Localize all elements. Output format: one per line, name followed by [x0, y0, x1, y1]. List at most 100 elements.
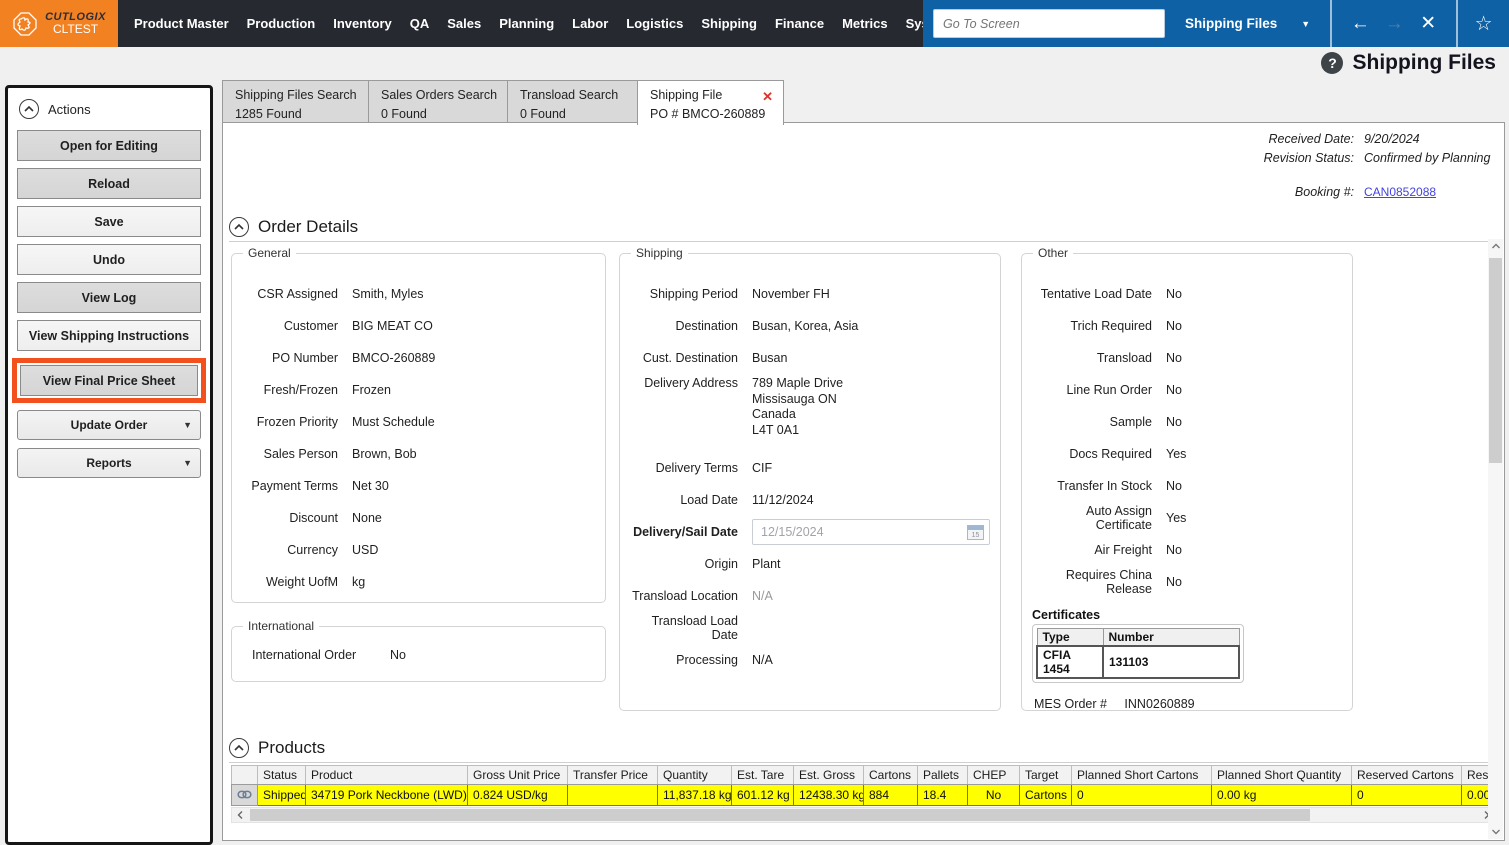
field-row: International Order No — [240, 639, 597, 671]
scroll-up-icon[interactable] — [1488, 239, 1503, 254]
vertical-scrollbar[interactable] — [1488, 239, 1503, 839]
field-row: Air Freight No — [1030, 534, 1344, 566]
certificates-table-container: Type Number CFIA 1454 131103 — [1032, 624, 1244, 683]
forward-arrow-icon[interactable]: → — [1382, 13, 1406, 35]
tab-sales-orders-search[interactable]: Sales Orders Search 0 Found — [368, 80, 507, 123]
field-value: Net 30 — [352, 479, 389, 493]
col-cartons: Cartons — [863, 765, 918, 785]
menu-item-product-master[interactable]: Product Master — [134, 16, 229, 31]
scrollbar-thumb[interactable] — [250, 809, 1310, 821]
favorite-star-icon[interactable]: ☆ — [1458, 11, 1509, 36]
field-row: Origin Plant — [628, 548, 992, 580]
field-label: Frozen Priority — [256, 415, 338, 429]
menu-item-logistics[interactable]: Logistics — [626, 16, 683, 31]
view-shipping-instructions-button[interactable]: View Shipping Instructions — [17, 320, 201, 351]
cert-type-header: Type — [1036, 628, 1104, 647]
booking-number-link[interactable]: CAN0852088 — [1364, 185, 1436, 199]
scroll-down-icon[interactable] — [1488, 824, 1503, 839]
field-label: Docs Required — [1069, 447, 1152, 461]
menu-item-labor[interactable]: Labor — [572, 16, 608, 31]
environment-name: CLTEST — [52, 21, 99, 36]
menu-item-production[interactable]: Production — [247, 16, 316, 31]
col-reserved-cartons: Reserved Cartons — [1351, 765, 1462, 785]
close-screen-icon[interactable]: ✕ — [1416, 12, 1440, 35]
field-label: Weight UofM — [265, 575, 338, 589]
tab-transload-search[interactable]: Transload Search 0 Found — [507, 80, 637, 123]
certificates-table: Type Number CFIA 1454 131103 — [1036, 628, 1240, 679]
undo-button[interactable]: Undo — [17, 244, 201, 275]
products-table: Status Product Gross Unit Price Transfer… — [231, 765, 1495, 806]
general-groupbox: General CSR Assigned Smith, Myles Custome… — [231, 246, 606, 603]
chevron-down-icon: ▼ — [1301, 18, 1311, 29]
menu-item-system[interactable]: System — [906, 16, 923, 31]
field-row: CSR Assigned Smith, Myles — [240, 278, 597, 310]
scroll-left-icon[interactable] — [232, 808, 248, 822]
tab-subtitle: 0 Found — [381, 106, 427, 121]
sail-date-label: Delivery/Sail Date — [633, 525, 738, 539]
col-gross-unit-price: Gross Unit Price — [467, 765, 568, 785]
menu-item-sales[interactable]: Sales — [447, 16, 481, 31]
field-label: Transload Load Date — [651, 614, 738, 642]
shipping-file-content: Received Date: 9/20/2024 Revision Status… — [222, 122, 1505, 841]
booking-row: Booking #: CAN0852088 — [1264, 185, 1488, 199]
field-label: Currency — [287, 543, 338, 557]
app-logo: CUTLOGIX CLTEST — [0, 0, 118, 47]
reload-button[interactable]: Reload — [17, 168, 201, 199]
tab-shipping-files-search[interactable]: Shipping Files Search 1285 Found — [222, 80, 368, 123]
field-row: Auto Assign Certificate Yes — [1030, 502, 1344, 534]
field-row: Fresh/Frozen Frozen — [240, 374, 597, 406]
open-for-editing-button[interactable]: Open for Editing — [17, 130, 201, 161]
menu-item-qa[interactable]: QA — [410, 16, 430, 31]
save-button[interactable]: Save — [17, 206, 201, 237]
product-row[interactable]: Shipped 34719 Pork Neckbone (LWD) 0.824 … — [231, 784, 1495, 806]
tab-subtitle: 0 Found — [520, 106, 566, 121]
field-value: N/A — [752, 589, 773, 603]
delivery-address-value: 789 Maple Drive Missisauga ON Canada L4T… — [752, 376, 843, 438]
menu-item-planning[interactable]: Planning — [499, 16, 554, 31]
field-label: Shipping Period — [649, 287, 738, 301]
field-row: Currency USD — [240, 534, 597, 566]
view-final-price-sheet-button[interactable]: View Final Price Sheet — [20, 365, 198, 396]
calendar-icon[interactable]: 15 — [967, 524, 984, 540]
certificate-row[interactable]: CFIA 1454 131103 — [1036, 645, 1240, 679]
chevron-down-icon: ▼ — [183, 420, 192, 430]
collapse-products-icon[interactable] — [229, 738, 249, 758]
view-log-button[interactable]: View Log — [17, 282, 201, 313]
revision-status-label: Revision Status: — [1263, 151, 1354, 165]
certificates-legend: Certificates — [1032, 608, 1101, 622]
field-row: Trich Required No — [1030, 310, 1344, 342]
screen-selector-dropdown[interactable]: Shipping Files ▼ — [1165, 0, 1330, 47]
row-link-cell[interactable] — [231, 784, 258, 806]
tab-title: Transload Search — [520, 88, 619, 102]
field-row: Processing N/A — [628, 644, 992, 676]
order-details-header: Order Details — [229, 217, 1490, 242]
sail-date-input[interactable]: 12/15/2024 15 — [752, 519, 990, 545]
menu-item-metrics[interactable]: Metrics — [842, 16, 888, 31]
menu-item-shipping[interactable]: Shipping — [701, 16, 757, 31]
reports-dropdown[interactable]: Reports ▼ — [17, 448, 201, 478]
field-label: Sample — [1109, 415, 1152, 429]
help-icon[interactable]: ? — [1321, 52, 1344, 74]
field-value: Busan — [752, 351, 788, 365]
order-details-title: Order Details — [258, 217, 359, 236]
field-row: Transload Location N/A — [628, 580, 992, 612]
collapse-actions-icon[interactable] — [19, 99, 39, 119]
horizontal-scrollbar[interactable] — [231, 807, 1495, 823]
menu-item-finance[interactable]: Finance — [775, 16, 824, 31]
collapse-order-details-icon[interactable] — [229, 217, 249, 237]
field-label: Air Freight — [1094, 543, 1152, 557]
tab-shipping-file[interactable]: Shipping File PO # BMCO-260889 ✕ — [637, 80, 784, 125]
scrollbar-thumb[interactable] — [1489, 258, 1502, 463]
go-to-screen-input[interactable] — [933, 9, 1165, 38]
back-arrow-icon[interactable]: ← — [1348, 13, 1372, 35]
page-title-row: ? Shipping Files — [1321, 51, 1496, 75]
col-est-tare: Est. Tare — [731, 765, 794, 785]
menu-item-inventory[interactable]: Inventory — [333, 16, 392, 31]
col-planned-short-quantity: Planned Short Quantity — [1211, 765, 1352, 785]
update-order-label: Update Order — [70, 418, 148, 432]
close-tab-icon[interactable]: ✕ — [762, 87, 773, 107]
field-row: Frozen Priority Must Schedule — [240, 406, 597, 438]
field-value: kg — [352, 575, 366, 589]
col-status: Status — [257, 765, 306, 785]
update-order-dropdown[interactable]: Update Order ▼ — [17, 410, 201, 440]
